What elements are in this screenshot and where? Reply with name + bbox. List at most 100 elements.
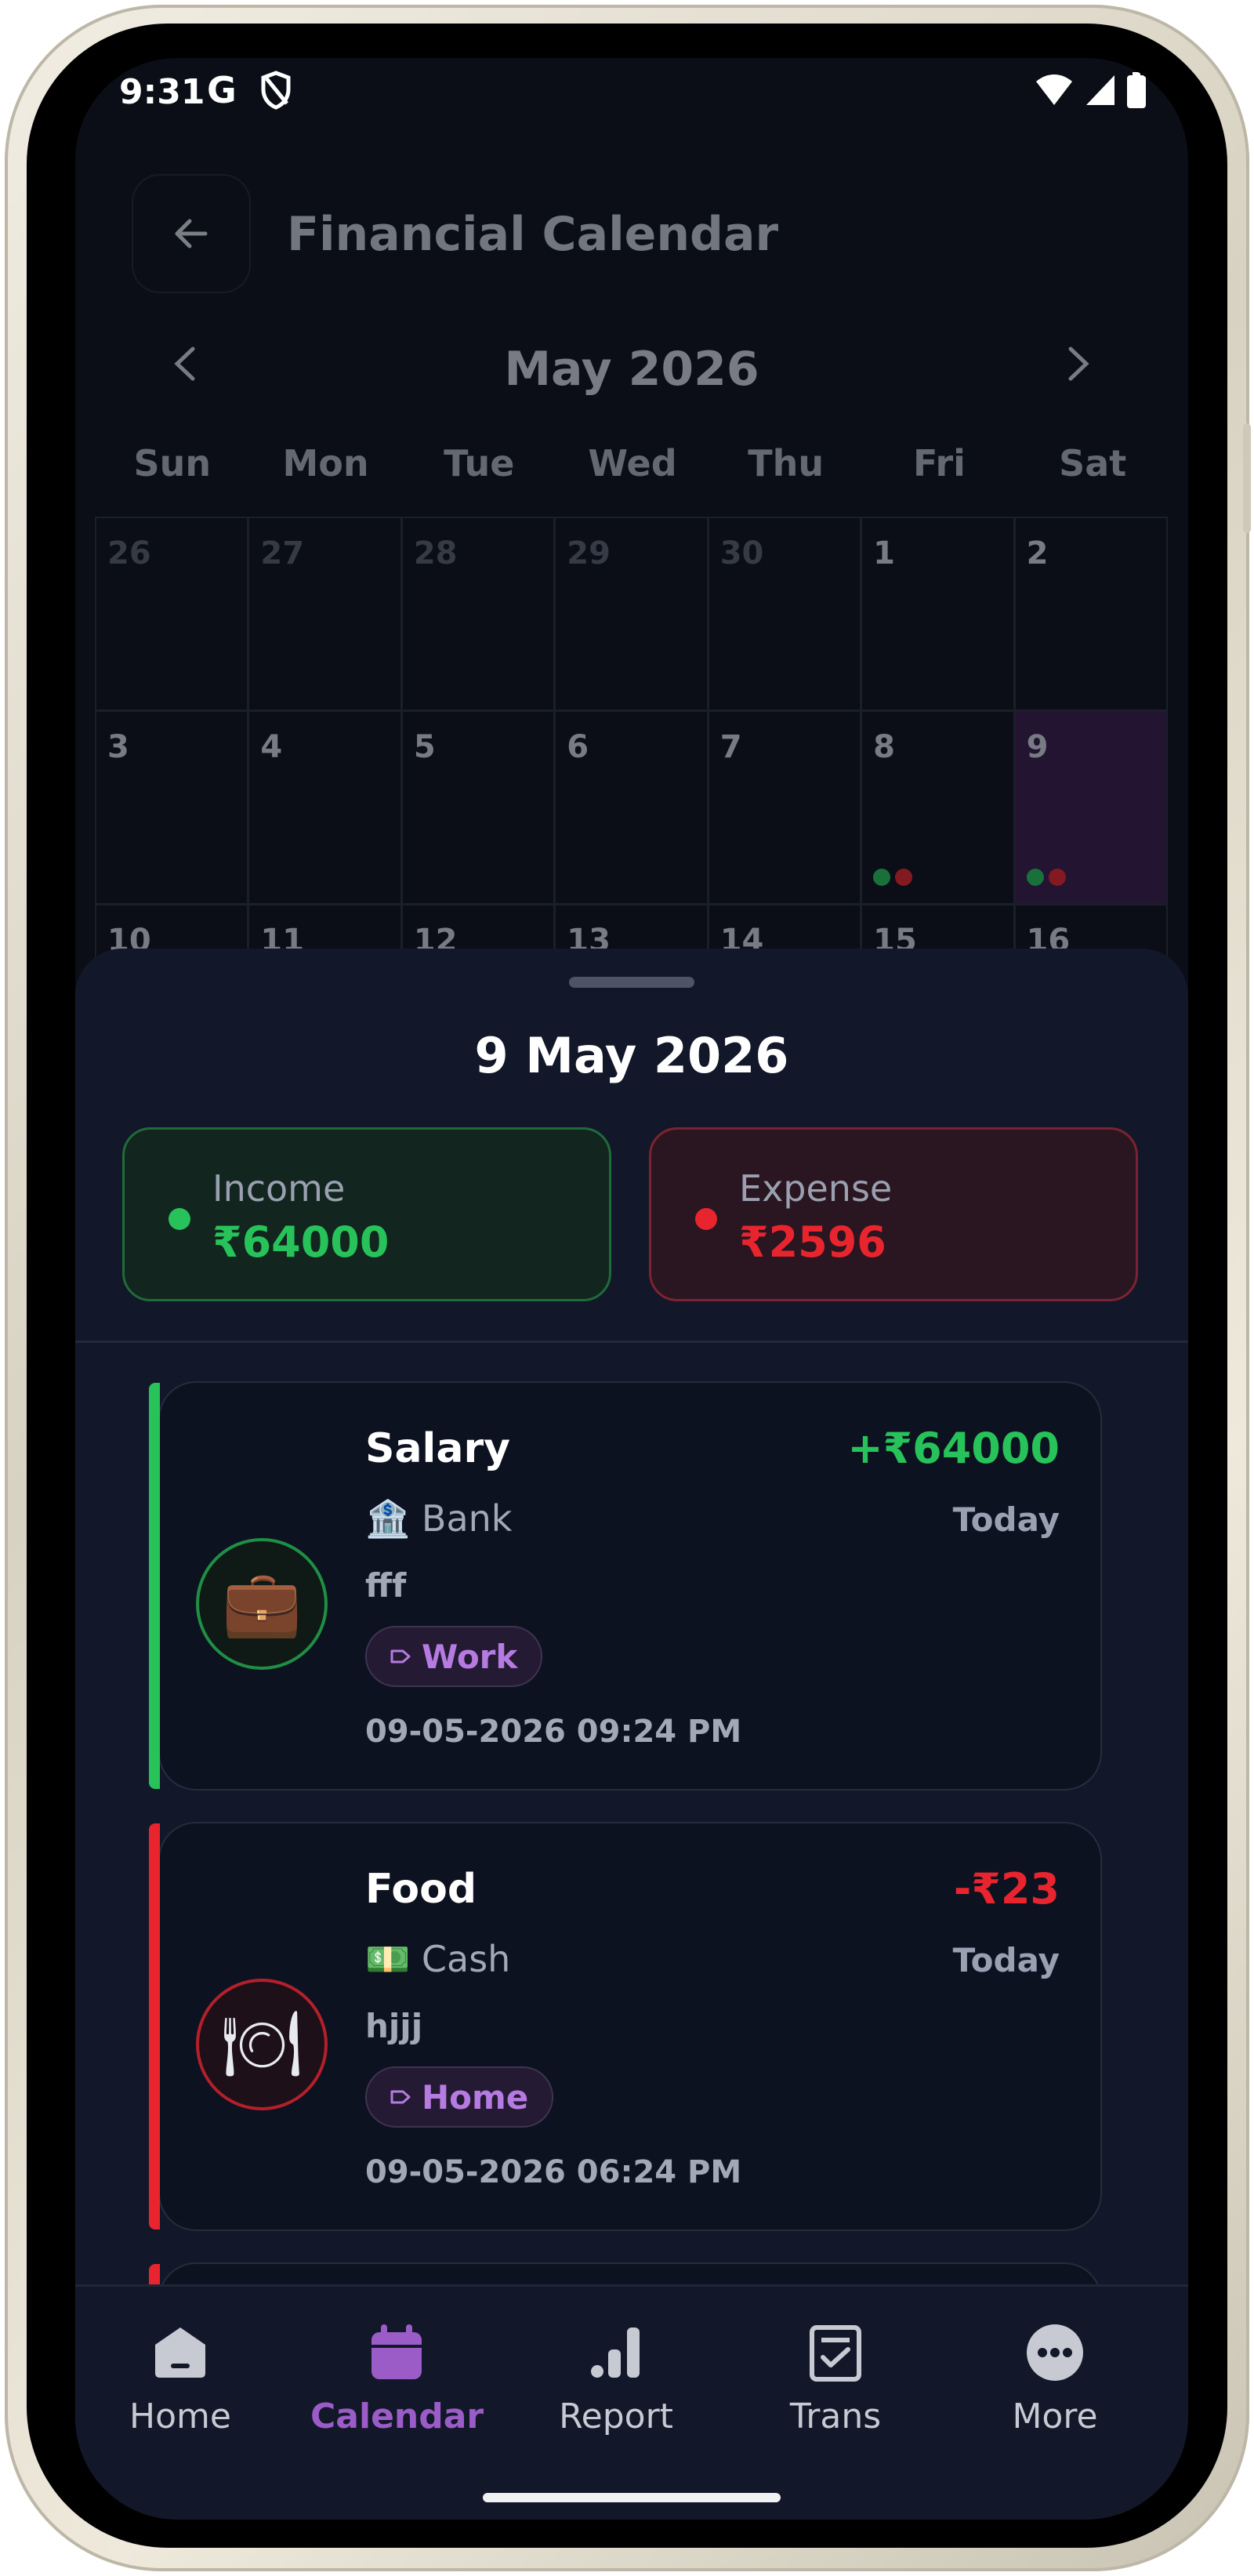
transaction-card[interactable]: 💼 Salary +₹64000 🏦 Bank Today fff Work 0… bbox=[149, 1381, 1102, 1791]
transaction-dots bbox=[1026, 869, 1066, 886]
nav-home[interactable]: Home bbox=[94, 2315, 266, 2436]
transaction-amount: +₹64000 bbox=[847, 1424, 1060, 1473]
expense-summary-card: Expense ₹2596 bbox=[649, 1127, 1138, 1301]
sheet-date: 9 May 2026 bbox=[474, 1027, 789, 1084]
transaction-note: hjjj bbox=[365, 2007, 423, 2045]
status-bar: 9:31 G bbox=[75, 58, 1188, 152]
calendar-day[interactable]: 28 bbox=[400, 517, 556, 711]
bottom-navigation: Home Calendar Report Trans More bbox=[75, 2284, 1188, 2520]
transaction-card[interactable]: 🍽 Food -₹23 💵 Cash Today hjjj Home 09-05… bbox=[149, 1822, 1102, 2231]
sheet-drag-handle[interactable] bbox=[569, 977, 694, 988]
transaction-title: Food bbox=[365, 1866, 477, 1913]
nav-label: More bbox=[1012, 2396, 1098, 2436]
tag-label: Home bbox=[422, 2077, 529, 2117]
day-number: 8 bbox=[873, 729, 895, 765]
calendar-day[interactable]: 6 bbox=[554, 710, 709, 905]
home-icon bbox=[155, 2327, 205, 2378]
calendar-day[interactable]: 3 bbox=[95, 710, 249, 905]
income-dot bbox=[1026, 869, 1044, 886]
weekday-label: Sun bbox=[133, 442, 212, 484]
calendar-day[interactable]: 26 bbox=[95, 517, 249, 711]
more-icon bbox=[1027, 2324, 1083, 2381]
transaction-dots bbox=[873, 869, 913, 886]
transaction-note: fff bbox=[365, 1566, 407, 1605]
expense-indicator-bar bbox=[149, 1823, 160, 2230]
transaction-title: Salary bbox=[365, 1425, 510, 1472]
day-number: 7 bbox=[719, 729, 742, 765]
calendar-day[interactable]: 4 bbox=[248, 710, 402, 905]
weekday-label: Mon bbox=[282, 442, 369, 484]
nav-more[interactable]: More bbox=[969, 2315, 1141, 2436]
income-label: Income bbox=[212, 1167, 346, 1210]
home-indicator[interactable] bbox=[483, 2493, 781, 2502]
calendar-day[interactable]: 8 bbox=[861, 710, 1015, 905]
calendar-day[interactable]: 27 bbox=[248, 517, 402, 711]
month-label: May 2026 bbox=[504, 342, 759, 397]
calendar-day[interactable]: 1 bbox=[861, 517, 1015, 711]
transaction-datetime: 09-05-2026 06:24 PM bbox=[365, 2154, 742, 2190]
day-number: 3 bbox=[107, 729, 129, 765]
income-indicator-bar bbox=[149, 1383, 160, 1789]
day-number: 6 bbox=[567, 729, 589, 765]
app-header: Financial Calendar bbox=[75, 144, 1188, 293]
expense-value: ₹2596 bbox=[739, 1217, 886, 1267]
status-time: 9:31 bbox=[119, 72, 205, 112]
calendar-day[interactable]: 7 bbox=[707, 710, 862, 905]
expense-dot bbox=[895, 869, 913, 886]
tag-chip: Work bbox=[365, 1626, 543, 1687]
nav-label: Calendar bbox=[310, 2396, 484, 2436]
next-month-button[interactable] bbox=[1055, 340, 1102, 387]
back-button[interactable] bbox=[132, 174, 251, 293]
transaction-account: 🏦 Bank bbox=[365, 1497, 512, 1540]
weekday-label: Fri bbox=[912, 442, 966, 484]
expense-label: Expense bbox=[739, 1167, 893, 1210]
weekday-label: Thu bbox=[748, 442, 825, 484]
nav-label: Home bbox=[129, 2396, 231, 2436]
wifi-icon bbox=[1036, 74, 1072, 105]
weekday-header: Sun Mon Tue Wed Thu Fri Sat bbox=[96, 442, 1169, 484]
nav-calendar[interactable]: Calendar bbox=[310, 2315, 484, 2436]
income-value: ₹64000 bbox=[212, 1217, 390, 1267]
weekday-label: Tue bbox=[444, 442, 515, 484]
nav-report[interactable]: Report bbox=[530, 2315, 702, 2436]
tag-chip: Home bbox=[365, 2066, 554, 2128]
transaction-when: Today bbox=[952, 1500, 1060, 1539]
divider bbox=[75, 1341, 1188, 1343]
transaction-when: Today bbox=[952, 1941, 1060, 1979]
month-navigator: May 2026 bbox=[75, 325, 1188, 411]
weekday-label: Sat bbox=[1059, 442, 1127, 484]
bank-icon: 🏦 bbox=[365, 1497, 411, 1540]
transactions-icon bbox=[810, 2325, 861, 2382]
status-icons bbox=[1035, 72, 1146, 108]
tag-icon bbox=[390, 1649, 411, 1664]
day-detail-sheet: 9 May 2026 Income ₹64000 Expense ₹2596 💼… bbox=[75, 949, 1188, 2520]
app-screen: 9:31 G Financial Calendar May 2026 Sun M… bbox=[75, 58, 1188, 2520]
calendar-day-selected[interactable]: 9 bbox=[1013, 710, 1168, 905]
tag-label: Work bbox=[422, 1637, 518, 1676]
google-icon: G bbox=[207, 69, 237, 111]
back-arrow-icon bbox=[175, 219, 208, 249]
nav-trans[interactable]: Trans bbox=[749, 2315, 922, 2436]
day-number: 30 bbox=[719, 535, 764, 571]
income-dot bbox=[873, 869, 891, 886]
income-summary-card: Income ₹64000 bbox=[122, 1127, 611, 1301]
day-number: 26 bbox=[107, 535, 151, 571]
shield-icon bbox=[261, 71, 291, 110]
chevron-right-icon bbox=[1068, 346, 1089, 381]
calendar-day[interactable]: 2 bbox=[1013, 517, 1168, 711]
tag-icon bbox=[390, 2090, 411, 2104]
calendar-day[interactable]: 30 bbox=[707, 517, 862, 711]
briefcase-icon: 💼 bbox=[196, 1538, 328, 1670]
account-label: Bank bbox=[421, 1497, 513, 1540]
weekday-label: Wed bbox=[588, 442, 677, 484]
page-title: Financial Calendar bbox=[287, 207, 779, 262]
expense-dot bbox=[695, 1208, 717, 1230]
day-number: 29 bbox=[567, 535, 611, 571]
cash-icon: 💵 bbox=[365, 1938, 411, 1980]
transaction-account: 💵 Cash bbox=[365, 1938, 510, 1981]
calendar-day[interactable]: 5 bbox=[400, 710, 556, 905]
signal-icon bbox=[1086, 75, 1114, 105]
day-number: 2 bbox=[1026, 535, 1049, 571]
calendar-day[interactable]: 29 bbox=[554, 517, 709, 711]
nav-label: Trans bbox=[789, 2396, 882, 2436]
